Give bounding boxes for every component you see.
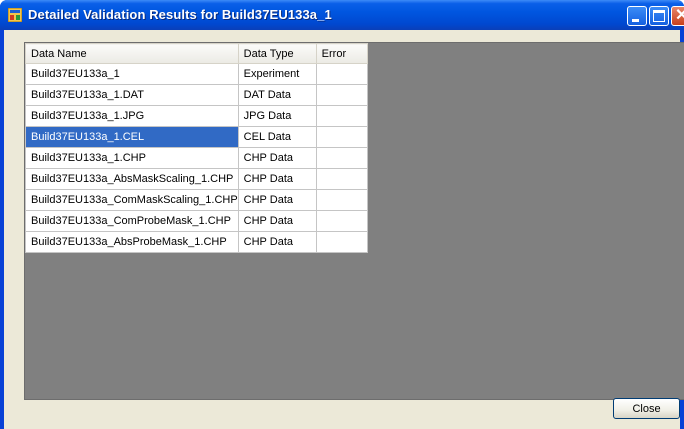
maximize-button[interactable]: [649, 6, 669, 26]
cell-error[interactable]: [315, 231, 368, 253]
dialog-client-area: Data Name Data Type Error Build37EU133a_…: [4, 30, 684, 429]
validation-results-grid[interactable]: Data Name Data Type Error Build37EU133a_…: [24, 42, 684, 400]
column-header-data-name[interactable]: Data Name: [25, 43, 239, 64]
table-row[interactable]: Build37EU133a_AbsMaskScaling_1.CHP CHP D…: [25, 168, 368, 190]
cell-data-name[interactable]: Build37EU133a_1.JPG: [25, 105, 239, 127]
title-bar[interactable]: Detailed Validation Results for Build37E…: [0, 0, 684, 30]
cell-data-type[interactable]: DAT Data: [237, 84, 317, 106]
cell-data-type[interactable]: CHP Data: [237, 168, 317, 190]
cell-data-name[interactable]: Build37EU133a_1.CEL: [25, 126, 239, 148]
table-row[interactable]: Build37EU133a_ComMaskScaling_1.CHP CHP D…: [25, 189, 368, 211]
cell-data-type[interactable]: CHP Data: [237, 189, 317, 211]
table-row[interactable]: Build37EU133a_1.CHP CHP Data: [25, 147, 368, 169]
cell-error[interactable]: [315, 210, 368, 232]
cell-data-name[interactable]: Build37EU133a_ComProbeMask_1.CHP: [25, 210, 239, 232]
column-header-data-type[interactable]: Data Type: [237, 43, 317, 64]
cell-data-type[interactable]: JPG Data: [237, 105, 317, 127]
table-row[interactable]: Build37EU133a_AbsProbeMask_1.CHP CHP Dat…: [25, 231, 368, 253]
application-icon[interactable]: [7, 7, 23, 23]
header-row: Data Name Data Type Error: [25, 43, 368, 64]
cell-error[interactable]: [315, 147, 368, 169]
cell-data-type[interactable]: Experiment: [237, 63, 317, 85]
table-row[interactable]: Build37EU133a_1.JPG JPG Data: [25, 105, 368, 127]
cell-data-name[interactable]: Build37EU133a_ComMaskScaling_1.CHP: [25, 189, 239, 211]
cell-data-name[interactable]: Build37EU133a_1.DAT: [25, 84, 239, 106]
window-title: Detailed Validation Results for Build37E…: [28, 7, 332, 22]
cell-data-name[interactable]: Build37EU133a_AbsProbeMask_1.CHP: [25, 231, 239, 253]
table-row[interactable]: Build37EU133a_1 Experiment: [25, 63, 368, 85]
results-table: Data Name Data Type Error Build37EU133a_…: [25, 43, 368, 253]
cell-error[interactable]: [315, 63, 368, 85]
cell-error[interactable]: [315, 189, 368, 211]
close-icon: ✕: [675, 7, 684, 24]
cell-data-type[interactable]: CHP Data: [237, 231, 317, 253]
cell-error[interactable]: [315, 105, 368, 127]
column-header-error[interactable]: Error: [315, 43, 368, 64]
table-row-selected[interactable]: Build37EU133a_1.CEL CEL Data: [25, 126, 368, 148]
cell-data-type[interactable]: CHP Data: [237, 210, 317, 232]
minimize-icon: [632, 19, 639, 22]
minimize-button[interactable]: [627, 6, 647, 26]
dialog-window: Detailed Validation Results for Build37E…: [0, 0, 684, 429]
cell-data-name[interactable]: Build37EU133a_1.CHP: [25, 147, 239, 169]
cell-error[interactable]: [315, 126, 368, 148]
maximize-icon: [653, 10, 665, 22]
close-window-button[interactable]: ✕: [671, 6, 684, 26]
cell-data-name[interactable]: Build37EU133a_1: [25, 63, 239, 85]
table-row[interactable]: Build37EU133a_1.DAT DAT Data: [25, 84, 368, 106]
cell-data-type[interactable]: CHP Data: [237, 147, 317, 169]
cell-error[interactable]: [315, 84, 368, 106]
close-button[interactable]: Close: [613, 398, 680, 419]
cell-data-name[interactable]: Build37EU133a_AbsMaskScaling_1.CHP: [25, 168, 239, 190]
table-row[interactable]: Build37EU133a_ComProbeMask_1.CHP CHP Dat…: [25, 210, 368, 232]
cell-data-type[interactable]: CEL Data: [237, 126, 317, 148]
cell-error[interactable]: [315, 168, 368, 190]
